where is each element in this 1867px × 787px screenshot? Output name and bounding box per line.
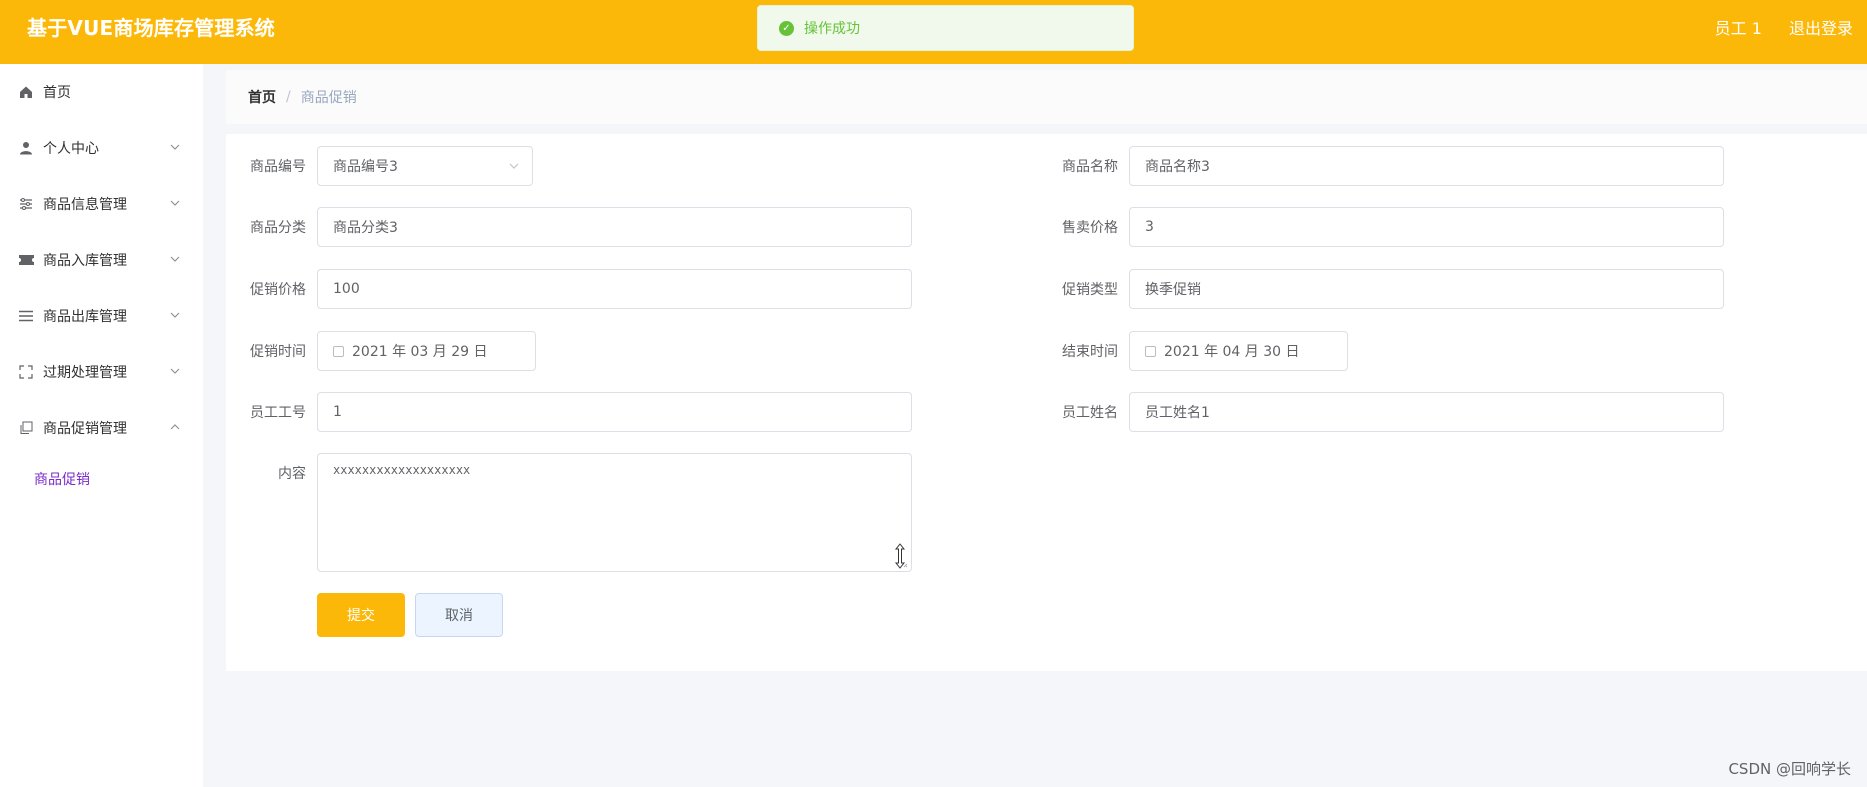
- success-check-icon: ✓: [779, 20, 794, 36]
- sidebar-item-label: 商品促销管理: [43, 421, 127, 437]
- sidebar-item-stock-out[interactable]: 商品出库管理: [0, 288, 203, 344]
- promo-time-value: 2021 年 03 月 29 日: [352, 344, 488, 360]
- end-time-value: 2021 年 04 月 30 日: [1164, 344, 1300, 360]
- sidebar-item-label: 个人中心: [43, 141, 99, 157]
- promo-time-label: 促销时间: [250, 344, 306, 360]
- chevron-down-icon: [170, 200, 180, 206]
- content-textarea[interactable]: xxxxxxxxxxxxxxxxxxx: [317, 453, 912, 572]
- sidebar-item-label: 首页: [43, 85, 71, 101]
- breadcrumb-separator: /: [286, 89, 291, 105]
- logout-link[interactable]: 退出登录: [1789, 19, 1853, 38]
- sidebar-item-home[interactable]: 首页: [0, 64, 203, 120]
- product-name-value: 商品名称3: [1145, 159, 1210, 175]
- success-toast: ✓ 操作成功: [757, 5, 1134, 51]
- end-time-label: 结束时间: [1062, 344, 1118, 360]
- list-icon: [18, 308, 34, 324]
- sale-price-value: 3: [1145, 219, 1154, 235]
- home-icon: [18, 84, 34, 100]
- product-name-field[interactable]: 商品名称3: [1129, 146, 1724, 186]
- category-field[interactable]: 商品分类3: [317, 207, 912, 247]
- sidebar-item-stock-in[interactable]: 商品入库管理: [0, 232, 203, 288]
- category-value: 商品分类3: [333, 220, 398, 236]
- employee-id-field[interactable]: 1: [317, 392, 912, 432]
- employee-name-label: 员工姓名: [1062, 405, 1118, 421]
- sliders-icon: [18, 196, 34, 212]
- promo-price-value: 100: [333, 281, 360, 297]
- submit-button[interactable]: 提交: [317, 593, 405, 637]
- sidebar-item-label: 商品信息管理: [43, 197, 127, 213]
- sidebar-item-product-info[interactable]: 商品信息管理: [0, 176, 203, 232]
- employee-name-value: 员工姓名1: [1145, 405, 1210, 421]
- sidebar-item-expiry[interactable]: 过期处理管理: [0, 344, 203, 400]
- form-panel: 商品编号 商品编号3 商品名称 商品名称3 商品分类 商品分类3 售卖价格 3 …: [226, 134, 1867, 671]
- content-value: xxxxxxxxxxxxxxxxxxx: [333, 463, 471, 477]
- product-code-label: 商品编号: [250, 159, 306, 175]
- breadcrumb-current: 商品促销: [300, 90, 357, 106]
- product-code-value: 商品编号3: [333, 159, 398, 175]
- fullscreen-icon: [18, 364, 34, 380]
- promo-price-label: 促销价格: [250, 282, 306, 298]
- breadcrumb: 首页 / 商品促销: [226, 70, 1867, 124]
- calendar-icon: [333, 345, 344, 357]
- product-code-select[interactable]: 商品编号3: [317, 146, 533, 186]
- sidebar-item-promotion[interactable]: 商品促销管理: [0, 400, 203, 456]
- chevron-down-icon: [170, 368, 180, 374]
- sidebar: 首页 个人中心 商品信息管理 商品入库管理 商品出库管理 过期处理管理 商品促销…: [0, 64, 203, 787]
- ticket-icon: [18, 252, 34, 268]
- chevron-down-icon: [170, 312, 180, 318]
- copy-icon: [18, 420, 34, 436]
- user-icon: [18, 140, 34, 156]
- promo-type-field[interactable]: 换季促销: [1129, 269, 1724, 309]
- promo-type-value: 换季促销: [1145, 282, 1201, 298]
- user-area: 员工 1 退出登录: [1693, 15, 1853, 39]
- sidebar-item-label: 商品出库管理: [43, 309, 127, 325]
- sale-price-label: 售卖价格: [1062, 220, 1118, 236]
- product-name-label: 商品名称: [1062, 159, 1118, 175]
- category-label: 商品分类: [250, 220, 306, 236]
- toast-message: 操作成功: [804, 21, 860, 37]
- watermark: CSDN @回响学长: [1728, 760, 1851, 778]
- calendar-icon: [1145, 345, 1156, 357]
- cancel-button[interactable]: 取消: [415, 593, 503, 637]
- current-user[interactable]: 员工 1: [1715, 19, 1762, 38]
- chevron-up-icon: [170, 424, 180, 430]
- app-title: 基于VUE商场库存管理系统: [27, 16, 275, 40]
- sidebar-item-label: 商品入库管理: [43, 253, 127, 269]
- employee-id-label: 员工工号: [250, 405, 306, 421]
- resize-cursor-icon: [894, 543, 908, 569]
- sale-price-field[interactable]: 3: [1129, 207, 1724, 247]
- breadcrumb-home[interactable]: 首页: [248, 87, 276, 107]
- chevron-down-icon: [170, 144, 180, 150]
- sidebar-item-personal-center[interactable]: 个人中心: [0, 120, 203, 176]
- sidebar-subitem-product-promotion[interactable]: 商品促销: [34, 469, 90, 489]
- employee-id-value: 1: [333, 404, 342, 420]
- end-time-date-input[interactable]: 2021 年 04 月 30 日: [1129, 331, 1348, 371]
- chevron-down-icon: [170, 256, 180, 262]
- promo-price-field[interactable]: 100: [317, 269, 912, 309]
- content-label: 内容: [278, 466, 306, 482]
- chevron-down-icon: [509, 163, 519, 169]
- sidebar-item-label: 过期处理管理: [43, 365, 127, 381]
- employee-name-field[interactable]: 员工姓名1: [1129, 392, 1724, 432]
- promo-type-label: 促销类型: [1062, 282, 1118, 298]
- promo-time-date-input[interactable]: 2021 年 03 月 29 日: [317, 331, 536, 371]
